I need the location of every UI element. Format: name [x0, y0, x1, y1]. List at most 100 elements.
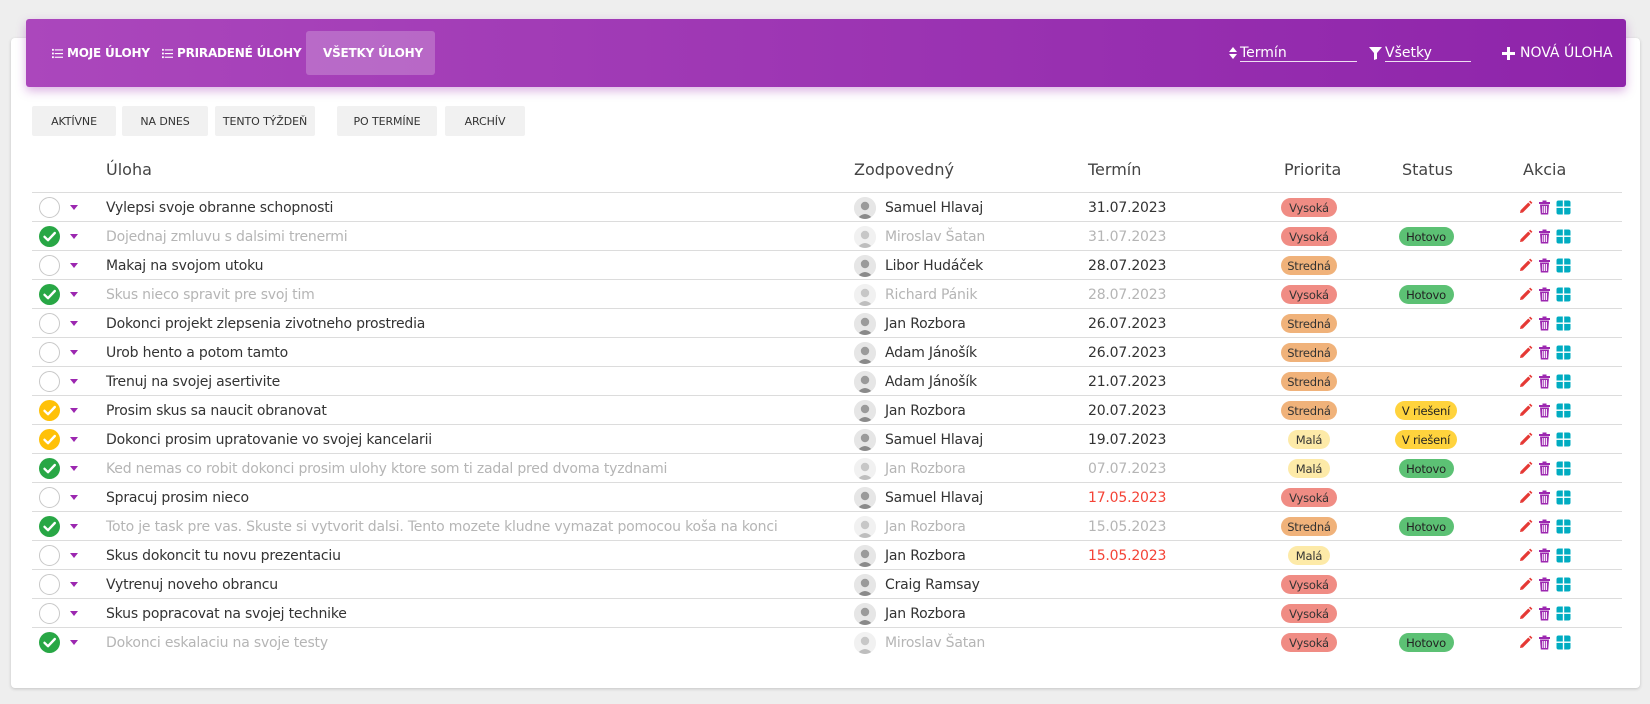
edit-icon[interactable] [1518, 490, 1533, 505]
task-title[interactable]: Dokonci prosim upratovanie vo svojej kan… [106, 425, 432, 454]
details-icon[interactable] [1556, 403, 1571, 418]
task-status-toggle[interactable] [39, 197, 60, 218]
task-status-toggle[interactable] [39, 516, 60, 537]
task-status-toggle[interactable] [39, 487, 60, 508]
chevron-down-icon[interactable] [70, 611, 78, 616]
task-status-toggle[interactable] [39, 400, 60, 421]
details-icon[interactable] [1556, 258, 1571, 273]
task-title[interactable]: Vytrenuj noveho obrancu [106, 570, 278, 599]
task-status-toggle[interactable] [39, 429, 60, 450]
details-icon[interactable] [1556, 345, 1571, 360]
trash-icon[interactable] [1537, 461, 1552, 476]
trash-icon[interactable] [1537, 490, 1552, 505]
task-status-toggle[interactable] [39, 371, 60, 392]
task-title[interactable]: Makaj na svojom utoku [106, 251, 264, 280]
edit-icon[interactable] [1518, 461, 1533, 476]
details-icon[interactable] [1556, 519, 1571, 534]
details-icon[interactable] [1556, 577, 1571, 592]
edit-icon[interactable] [1518, 432, 1533, 447]
trash-icon[interactable] [1537, 229, 1552, 244]
trash-icon[interactable] [1537, 548, 1552, 563]
task-status-toggle[interactable] [39, 226, 60, 247]
chevron-down-icon[interactable] [70, 640, 78, 645]
task-title[interactable]: Trenuj na svojej asertivite [106, 367, 280, 396]
task-title[interactable]: Vylepsi svoje obranne schopnosti [106, 193, 333, 222]
trash-icon[interactable] [1537, 606, 1552, 621]
chevron-down-icon[interactable] [70, 437, 78, 442]
trash-icon[interactable] [1537, 345, 1552, 360]
task-title[interactable]: Skus dokoncit tu novu prezentaciu [106, 541, 341, 570]
tab-all-tasks[interactable]: VŠETKY ÚLOHY [306, 31, 435, 75]
details-icon[interactable] [1556, 229, 1571, 244]
details-icon[interactable] [1556, 548, 1571, 563]
edit-icon[interactable] [1518, 606, 1533, 621]
edit-icon[interactable] [1518, 548, 1533, 563]
chevron-down-icon[interactable] [70, 234, 78, 239]
details-icon[interactable] [1556, 316, 1571, 331]
sort-select[interactable]: Termín [1229, 41, 1357, 65]
task-status-toggle[interactable] [39, 313, 60, 334]
filter-active-button[interactable]: AKTÍVNE [32, 106, 116, 136]
task-status-toggle[interactable] [39, 458, 60, 479]
trash-icon[interactable] [1537, 403, 1552, 418]
filter-select[interactable]: Všetky [1369, 41, 1471, 65]
task-title[interactable]: Urob hento a potom tamto [106, 338, 288, 367]
edit-icon[interactable] [1518, 374, 1533, 389]
edit-icon[interactable] [1518, 403, 1533, 418]
details-icon[interactable] [1556, 490, 1571, 505]
trash-icon[interactable] [1537, 635, 1552, 650]
task-title[interactable]: Dokonci eskalaciu na svoje testy [106, 628, 328, 657]
filter-overdue-button[interactable]: PO TERMÍNE [337, 106, 437, 136]
chevron-down-icon[interactable] [70, 524, 78, 529]
chevron-down-icon[interactable] [70, 350, 78, 355]
task-status-toggle[interactable] [39, 284, 60, 305]
edit-icon[interactable] [1518, 229, 1533, 244]
edit-icon[interactable] [1518, 519, 1533, 534]
chevron-down-icon[interactable] [70, 466, 78, 471]
task-status-toggle[interactable] [39, 603, 60, 624]
filter-today-button[interactable]: NA DNES [122, 106, 208, 136]
edit-icon[interactable] [1518, 316, 1533, 331]
task-status-toggle[interactable] [39, 574, 60, 595]
task-title[interactable]: Dojednaj zmluvu s dalsimi trenermi [106, 222, 348, 251]
task-title[interactable]: Dokonci projekt zlepsenia zivotneho pros… [106, 309, 425, 338]
task-title[interactable]: Prosim skus sa naucit obranovat [106, 396, 327, 425]
task-status-toggle[interactable] [39, 342, 60, 363]
details-icon[interactable] [1556, 461, 1571, 476]
task-title[interactable]: Ked nemas co robit dokonci prosim ulohy … [106, 454, 667, 483]
edit-icon[interactable] [1518, 345, 1533, 360]
task-title[interactable]: Toto je task pre vas. Skuste si vytvorit… [106, 512, 778, 541]
chevron-down-icon[interactable] [70, 408, 78, 413]
chevron-down-icon[interactable] [70, 263, 78, 268]
details-icon[interactable] [1556, 606, 1571, 621]
chevron-down-icon[interactable] [70, 553, 78, 558]
filter-this-week-button[interactable]: TENTO TÝŽDEŇ [215, 106, 315, 136]
details-icon[interactable] [1556, 374, 1571, 389]
chevron-down-icon[interactable] [70, 495, 78, 500]
edit-icon[interactable] [1518, 200, 1533, 215]
tab-assigned-tasks[interactable]: PRIRADENÉ ÚLOHY [149, 31, 315, 75]
chevron-down-icon[interactable] [70, 379, 78, 384]
chevron-down-icon[interactable] [70, 292, 78, 297]
chevron-down-icon[interactable] [70, 205, 78, 210]
task-title[interactable]: Skus popracovat na svojej technike [106, 599, 347, 628]
task-status-toggle[interactable] [39, 545, 60, 566]
details-icon[interactable] [1556, 432, 1571, 447]
trash-icon[interactable] [1537, 374, 1552, 389]
task-status-toggle[interactable] [39, 632, 60, 653]
trash-icon[interactable] [1537, 432, 1552, 447]
details-icon[interactable] [1556, 287, 1571, 302]
edit-icon[interactable] [1518, 258, 1533, 273]
filter-archive-button[interactable]: ARCHÍV [445, 106, 525, 136]
trash-icon[interactable] [1537, 287, 1552, 302]
chevron-down-icon[interactable] [70, 582, 78, 587]
trash-icon[interactable] [1537, 577, 1552, 592]
task-title[interactable]: Spracuj prosim nieco [106, 483, 249, 512]
details-icon[interactable] [1556, 200, 1571, 215]
details-icon[interactable] [1556, 635, 1571, 650]
task-title[interactable]: Skus nieco spravit pre svoj tim [106, 280, 315, 309]
tab-my-tasks[interactable]: MOJE ÚLOHY [39, 31, 163, 75]
edit-icon[interactable] [1518, 577, 1533, 592]
edit-icon[interactable] [1518, 287, 1533, 302]
edit-icon[interactable] [1518, 635, 1533, 650]
